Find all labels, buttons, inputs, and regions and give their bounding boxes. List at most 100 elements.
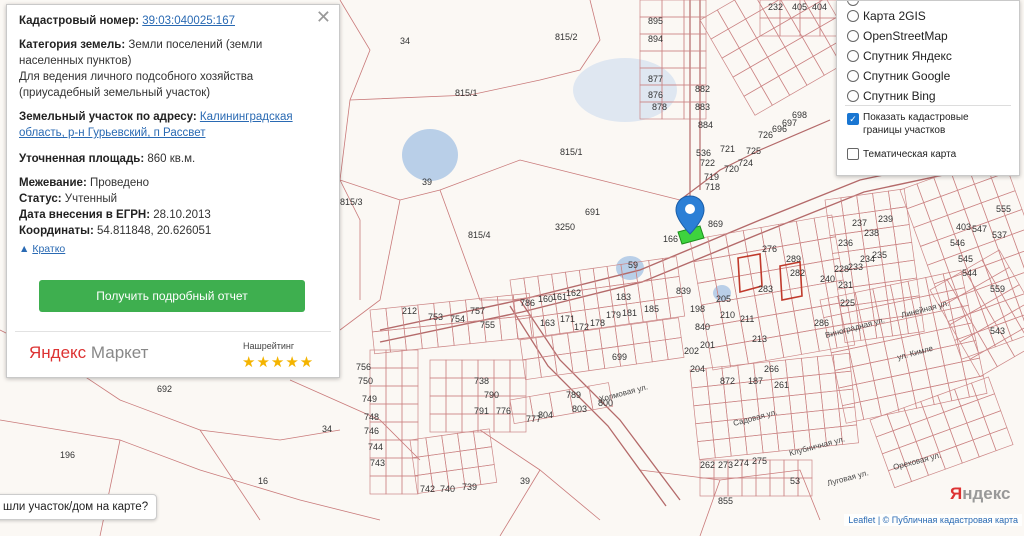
parcel-label: 883: [695, 102, 710, 112]
parcel-label: 776: [496, 406, 511, 416]
parcel-label: 744: [368, 442, 383, 452]
layer-option-osm[interactable]: OpenStreetMap: [847, 27, 948, 45]
parcel-label: 739: [462, 482, 477, 492]
radio-icon[interactable]: [847, 50, 859, 62]
parcel-label: 882: [695, 84, 710, 94]
date-row: Дата внесения в ЕГРН: 28.10.2013: [19, 207, 325, 223]
parcel-label: 39: [520, 476, 530, 486]
parcel-label: 738: [474, 376, 489, 386]
survey-label: Межевание:: [19, 177, 87, 189]
parcel-label: 210: [720, 310, 735, 320]
parcel-label: 405: [792, 2, 807, 12]
parcel-label: 178: [590, 318, 605, 328]
radio-icon[interactable]: [847, 70, 859, 82]
parcel-label: 3250: [555, 222, 575, 232]
cadastral-borders-label: Показать кадастровые границы участков: [863, 112, 969, 136]
parcel-label: 724: [738, 158, 753, 168]
parcel-label: 59: [628, 260, 638, 270]
parcel-label: 236: [838, 238, 853, 248]
layer-option-yandex-sat[interactable]: Спутник Яндекс: [847, 47, 952, 65]
category-label: Категория земель:: [19, 39, 126, 51]
date-label: Дата внесения в ЕГРН:: [19, 209, 151, 221]
radio-icon[interactable]: [847, 10, 859, 22]
parcel-label: 725: [746, 146, 761, 156]
parcel-label: 544: [962, 268, 977, 278]
parcel-label: 228: [834, 264, 849, 274]
parcel-label: 555: [996, 204, 1011, 214]
cadastral-borders-toggle[interactable]: Показать кадастровыеграницы участков: [847, 111, 969, 137]
date-value: 28.10.2013: [153, 209, 211, 221]
rating-label: Нашрейтинг: [243, 341, 295, 351]
parcel-label: 205: [716, 294, 731, 304]
parcel-label: 546: [950, 238, 965, 248]
category-value-1: Земли поселений (земли: [128, 39, 263, 51]
parcel-label: 756: [356, 362, 371, 372]
parcel-label: 786: [520, 298, 535, 308]
layer-option-google-sat[interactable]: Спутник Google: [847, 67, 950, 85]
parcel-label: 869: [708, 219, 723, 229]
yandex-watermark: Яндекс: [950, 484, 1011, 503]
radio-icon[interactable]: [847, 30, 859, 42]
parcel-label: 261: [774, 380, 789, 390]
parcel-label: 718: [705, 182, 720, 192]
leaflet-link[interactable]: Leaflet: [848, 515, 875, 525]
area-label: Уточненная площадь:: [19, 153, 145, 165]
parcel-label: 789: [566, 390, 581, 400]
parcel-label: 755: [480, 320, 495, 330]
parcel-label: 699: [612, 352, 627, 362]
address-link-1[interactable]: Калининградская: [200, 111, 293, 123]
get-report-button[interactable]: Получить подробный отчет: [39, 280, 305, 312]
layers-control: Карта 2GIS OpenStreetMap Спутник Яндекс …: [836, 0, 1020, 176]
find-property-hint[interactable]: шли участок/дом на карте?: [0, 494, 158, 520]
layer-option-2gis[interactable]: Карта 2GIS: [847, 7, 926, 25]
yandex-market-logo[interactable]: Яндекс Маркет: [29, 343, 148, 363]
parcel-label: 721: [720, 144, 735, 154]
divider: [15, 331, 331, 332]
parcel-label: 34: [400, 36, 410, 46]
parcel-label: 536: [696, 148, 711, 158]
parcel-label: 202: [684, 346, 699, 356]
parcel-label: 815/2: [555, 32, 578, 42]
rating-stars: ★★★★★: [242, 354, 315, 371]
checkbox-icon[interactable]: [847, 148, 859, 160]
cadastral-source-link[interactable]: Публичная кадастровая карта: [892, 515, 1018, 525]
parcel-label: 894: [648, 34, 663, 44]
layer-label: OpenStreetMap: [863, 29, 948, 43]
layer-option-bing-sat[interactable]: Спутник Bing: [847, 87, 936, 105]
parcel-label: 740: [440, 484, 455, 494]
cadastral-number-link[interactable]: 39:03:040025:167: [142, 15, 235, 27]
yandex-market-logo-y: Яндекс: [29, 343, 87, 362]
parcel-label: 698: [792, 110, 807, 120]
parcel-label: 240: [820, 274, 835, 284]
brief-link[interactable]: Кратко: [32, 243, 65, 255]
area-row: Уточненная площадь: 860 кв.м.: [19, 151, 325, 167]
parcel-label: 161: [552, 292, 567, 302]
parcel-label: 225: [840, 298, 855, 308]
status-label: Статус:: [19, 193, 62, 205]
status-row: Статус: Учтенный: [19, 191, 325, 207]
parcel-label: 878: [652, 102, 667, 112]
parcel-label: 282: [790, 268, 805, 278]
parcel-label: 34: [322, 424, 332, 434]
parcel-label: 547: [972, 224, 987, 234]
checkbox-checked-icon[interactable]: [847, 113, 859, 125]
use-line-2: (приусадебный земельный участок): [19, 87, 211, 99]
parcel-label: 273: [718, 460, 733, 470]
address-link-2[interactable]: область, р-н Гурьевский, п Рассвет: [19, 127, 205, 139]
parcel-label: 196: [60, 450, 75, 460]
parcel-label: 753: [428, 312, 443, 322]
radio-icon[interactable]: [847, 90, 859, 102]
parcel-label: 274: [734, 458, 749, 468]
parcel-label: 187: [748, 376, 763, 386]
thematic-map-toggle[interactable]: Тематическая карта: [847, 145, 956, 163]
parcel-label: 163: [540, 318, 555, 328]
yandex-market-logo-m: Маркет: [90, 343, 149, 362]
radio-icon[interactable]: [847, 1, 859, 6]
parcel-label: 692: [157, 384, 172, 394]
parcel-label: 876: [648, 90, 663, 100]
parcel-info-panel: ✕ Кадастровый номер: 39:03:040025:167 Ка…: [6, 4, 340, 378]
brief-toggle[interactable]: ▲ Кратко: [19, 241, 325, 257]
address-row: Земельный участок по адресу: Калининград…: [19, 109, 325, 141]
category-row: Категория земель: Земли поселений (земли…: [19, 37, 325, 101]
parcel-label: 754: [450, 314, 465, 324]
